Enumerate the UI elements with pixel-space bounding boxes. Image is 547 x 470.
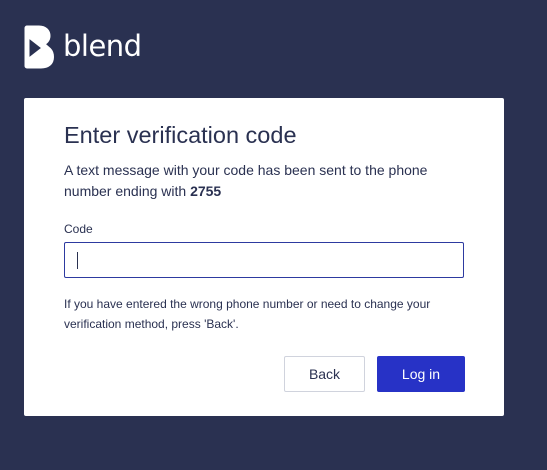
blend-logo-icon <box>24 22 54 72</box>
verification-card: Enter verification code A text message w… <box>24 98 504 416</box>
brand-logo: blend <box>24 22 142 72</box>
text-cursor <box>77 252 78 269</box>
phone-last-digits: 2755 <box>190 183 222 199</box>
login-button[interactable]: Log in <box>377 356 465 392</box>
code-label: Code <box>64 222 93 236</box>
sent-message: A text message with your code has been s… <box>64 160 464 202</box>
back-button[interactable]: Back <box>284 356 365 392</box>
code-input[interactable] <box>64 242 464 278</box>
page-title: Enter verification code <box>64 122 297 148</box>
sent-message-text: A text message with your code has been s… <box>64 162 428 199</box>
help-text: If you have entered the wrong phone numb… <box>64 297 431 331</box>
brand-name: blend <box>63 28 142 63</box>
